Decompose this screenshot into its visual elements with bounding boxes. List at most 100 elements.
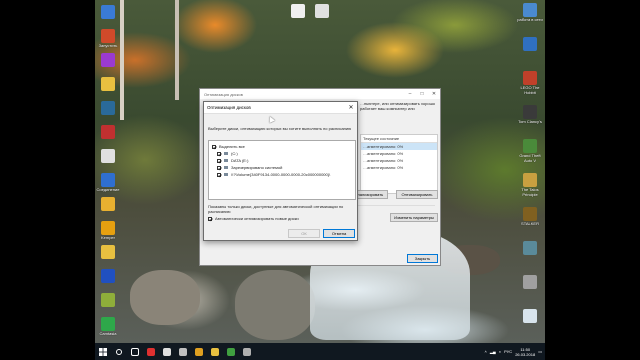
document-icon <box>291 4 305 18</box>
drive-status-list[interactable]: Текущее состояние …агментировано: 0% …агм… <box>360 134 438 194</box>
steam-icon <box>179 347 187 356</box>
status-row[interactable]: …агментировано: 0% <box>361 157 437 164</box>
drive-icon <box>224 152 228 155</box>
taskbar-app-button[interactable] <box>175 343 191 360</box>
change-settings-button[interactable]: Изменить параметры <box>390 213 438 222</box>
desktop-shortcut[interactable]: Запустить <box>93 29 123 48</box>
close-icon[interactable]: ✕ <box>428 91 440 97</box>
chevron-up-icon[interactable]: ˄ <box>484 349 486 354</box>
app-icon <box>523 275 537 289</box>
desktop-shortcut[interactable] <box>93 77 123 91</box>
headphones-icon <box>101 269 115 283</box>
minimize-icon[interactable]: – <box>404 91 416 97</box>
close-icon[interactable]: ✕ <box>345 104 357 111</box>
drive-label: DATA (E:) <box>231 158 249 163</box>
folder-icon <box>101 77 115 91</box>
desktop-shortcut[interactable] <box>93 53 123 67</box>
desktop-shortcut[interactable] <box>515 37 545 51</box>
game-icon <box>523 173 537 187</box>
desktop-shortcut[interactable]: LEGO The Hobbit <box>515 71 545 95</box>
desktop-shortcut-label: Camtasia <box>99 331 117 336</box>
desktop-shortcut[interactable] <box>93 101 123 115</box>
drive-row[interactable]: (C:) <box>212 150 352 157</box>
app-icon <box>101 221 115 235</box>
auto-optimize-checkbox[interactable] <box>208 216 212 221</box>
settings-icon <box>243 347 251 356</box>
drive-row[interactable]: \\?\Volume{340F9134-0000-0000-0000-20c00… <box>212 171 352 178</box>
app-icon <box>195 347 203 356</box>
desktop-shortcut[interactable]: Camtasia <box>93 317 123 336</box>
status-row[interactable]: …агментировано: 0% <box>361 143 437 150</box>
windows-start-icon[interactable] <box>95 343 111 360</box>
game-icon <box>523 139 537 153</box>
optimize-button[interactable]: Оптимизировать <box>396 190 438 199</box>
taskbar-app-button[interactable] <box>223 343 239 360</box>
desktop-shortcut[interactable] <box>93 245 123 259</box>
select-all-row[interactable]: Выделить все <box>212 143 352 150</box>
status-row[interactable]: …агментировано: 0% <box>361 164 437 171</box>
drive-checkbox[interactable] <box>217 158 221 163</box>
window-titlebar[interactable]: Оптимизация дисков – □ ✕ <box>200 89 440 99</box>
app-icon <box>315 4 329 18</box>
desktop-shortcut[interactable] <box>93 125 123 139</box>
select-all-checkbox[interactable] <box>212 144 216 149</box>
browser-icon <box>163 347 171 356</box>
dialog-titlebar[interactable]: Оптимизация дисков ✕ <box>204 102 357 114</box>
dialog-description: Выберите диски, оптимизацию которых вы х… <box>208 126 352 131</box>
game-icon <box>523 105 537 119</box>
desktop-shortcut[interactable]: STALKER <box>515 207 545 226</box>
taskbar-app-button[interactable] <box>239 343 255 360</box>
app-icon <box>101 293 115 307</box>
network-icon[interactable]: ▂▄ <box>490 349 496 354</box>
desktop-shortcut[interactable]: Kemper <box>93 221 123 240</box>
desktop-shortcut[interactable] <box>515 275 545 289</box>
desktop-shortcut[interactable] <box>93 149 123 163</box>
drive-checkbox[interactable] <box>217 165 221 170</box>
desktop-shortcut[interactable] <box>93 269 123 283</box>
desktop-shortcut[interactable] <box>307 4 337 18</box>
desktop-shortcut[interactable]: Соединение <box>93 173 123 192</box>
drive-checkbox[interactable] <box>217 151 221 156</box>
desktop-shortcut[interactable] <box>93 197 123 211</box>
drive-checkbox[interactable] <box>217 172 221 177</box>
search-icon <box>116 348 122 355</box>
taskbar-app-button[interactable] <box>191 343 207 360</box>
auto-optimize-label: Автоматически оптимизировать новые диски <box>215 216 299 221</box>
dialog-title: Оптимизация дисков <box>207 105 251 110</box>
app-icon <box>101 29 115 43</box>
desktop-shortcut[interactable]: The Talos Principle <box>515 173 545 197</box>
cancel-button[interactable]: Отмена <box>323 229 355 238</box>
drive-row[interactable]: DATA (E:) <box>212 157 352 164</box>
desktop-shortcut[interactable]: Tom Clancy's <box>515 105 545 124</box>
volume-icon[interactable]: ◖ <box>499 349 501 354</box>
close-button[interactable]: Закрыть <box>407 254 438 263</box>
clock[interactable]: 11:50 26.03.2018 <box>515 347 535 357</box>
desktop-shortcut[interactable] <box>515 309 545 323</box>
language-indicator[interactable]: РУС <box>504 349 512 354</box>
taskbar-app-button[interactable] <box>207 343 223 360</box>
taskbar-app-button[interactable] <box>127 343 143 360</box>
drive-icon <box>224 159 228 162</box>
desktop-shortcut-label: LEGO The Hobbit <box>520 85 540 95</box>
taskbar-app-button[interactable] <box>111 343 127 360</box>
desktop-shortcut-label: STALKER <box>521 221 539 226</box>
ok-button[interactable]: ОК <box>288 229 320 238</box>
desktop-shortcut[interactable] <box>93 293 123 307</box>
notifications-icon[interactable]: ▭ <box>538 349 542 354</box>
status-column-header[interactable]: Текущее состояние <box>361 135 437 143</box>
select-all-label: Выделить все <box>219 144 245 149</box>
maximize-icon[interactable]: □ <box>416 91 428 97</box>
desktop-shortcut[interactable]: Grand Theft Auto V <box>515 139 545 163</box>
network-icon <box>101 173 115 187</box>
desktop-shortcut[interactable]: работа в сети <box>515 3 545 22</box>
folder-icon <box>101 245 115 259</box>
recycle-bin-icon <box>101 5 115 19</box>
status-row[interactable]: …агментировано: 0% <box>361 150 437 157</box>
drive-label: \\?\Volume{340F9134-0000-0000-0000-20c00… <box>231 172 331 177</box>
desktop-shortcut[interactable] <box>93 5 123 19</box>
taskbar-app-button[interactable] <box>143 343 159 360</box>
desktop-shortcut[interactable] <box>515 241 545 255</box>
auto-optimize-option[interactable]: Автоматически оптимизировать новые диски <box>208 216 299 221</box>
drive-row[interactable]: Зарезервировано системой <box>212 164 352 171</box>
taskbar-app-button[interactable] <box>159 343 175 360</box>
